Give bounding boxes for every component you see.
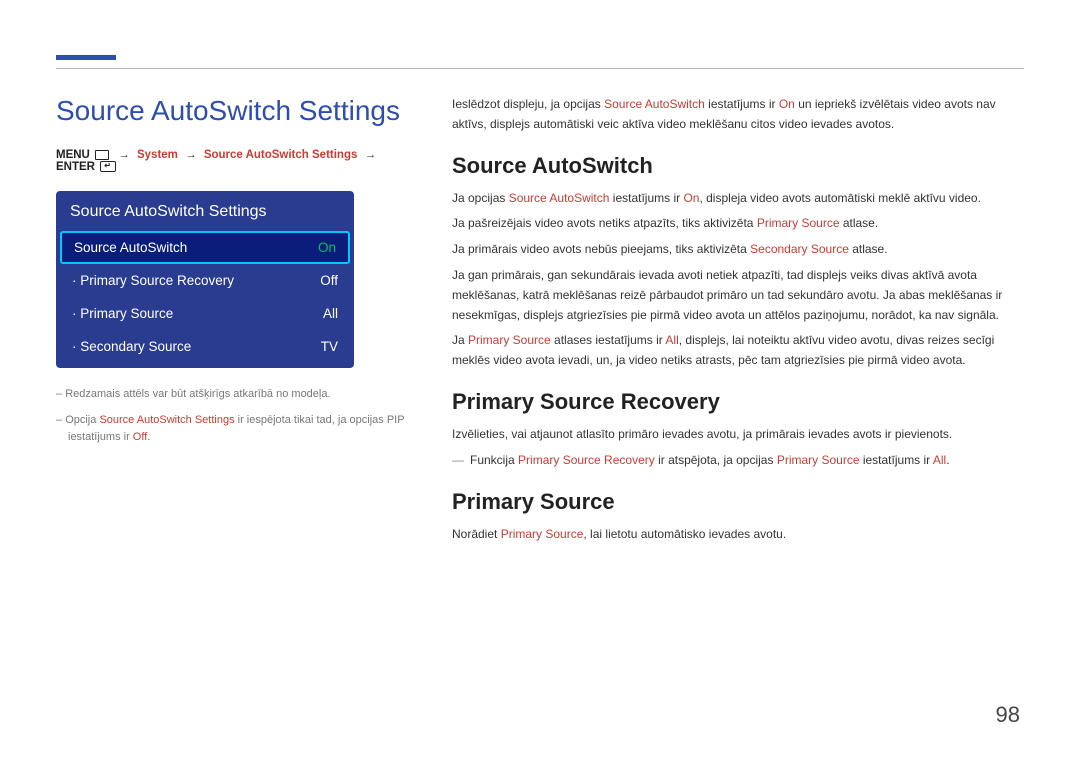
- pri-p1-hl: Primary Source: [501, 527, 584, 541]
- intro-hl2: On: [779, 97, 795, 111]
- as-p5-pre: Ja: [452, 333, 468, 347]
- panel-row-value: All: [323, 306, 338, 321]
- panel-row-recovery[interactable]: · Primary Source Recovery Off: [56, 264, 354, 297]
- page-number: 98: [996, 702, 1020, 728]
- panel-row-label: · Secondary Source: [72, 339, 191, 354]
- as-p1-mid: iestatījums ir: [609, 191, 683, 205]
- as-p1-end: , displeja video avots automātiski meklē…: [699, 191, 980, 205]
- footnotes: – Redzamais attēls var būt atšķirīgs atk…: [56, 386, 416, 447]
- header-divider: [56, 68, 1024, 69]
- page-title: Source AutoSwitch Settings: [56, 95, 416, 127]
- rec-note-hl1: Primary Source Recovery: [518, 453, 655, 467]
- pri-p1-pre: Norādiet: [452, 527, 501, 541]
- arrow-icon: →: [365, 149, 377, 161]
- footnote-2: – Opcija Source AutoSwitch Settings ir i…: [56, 412, 416, 447]
- arrow-icon: →: [185, 149, 197, 161]
- panel-row-autoswitch[interactable]: Source AutoSwitch On: [60, 231, 350, 264]
- autoswitch-p5: Ja Primary Source atlases iestatījums ir…: [452, 331, 1024, 371]
- footnote-1-text: Redzamais attēls var būt atšķirīgs atkar…: [65, 388, 330, 400]
- heading-primary: Primary Source: [452, 489, 1024, 515]
- recovery-p1: Izvēlieties, vai atjaunot atlasīto primā…: [452, 425, 1024, 445]
- intro-mid: iestatījums ir: [705, 97, 779, 111]
- breadcrumb-settings: Source AutoSwitch Settings: [204, 149, 358, 161]
- as-p5-mid1: atlases iestatījums ir: [551, 333, 666, 347]
- footnote-2-hl1: Source AutoSwitch Settings: [99, 414, 234, 426]
- breadcrumb: MENU → System → Source AutoSwitch Settin…: [56, 149, 416, 173]
- menu-icon: [95, 150, 109, 160]
- panel-row-value: On: [318, 240, 336, 255]
- intro-paragraph: Ieslēdzot displeju, ja opcijas Source Au…: [452, 95, 1024, 135]
- primary-p1: Norādiet Primary Source, lai lietotu aut…: [452, 525, 1024, 545]
- as-p3-hl: Secondary Source: [750, 242, 849, 256]
- breadcrumb-system: System: [137, 149, 178, 161]
- pri-p1-end: , lai lietotu automātisko ievades avotu.: [583, 527, 786, 541]
- header-accent: [56, 55, 116, 60]
- rec-note-pre: Funkcija: [470, 453, 518, 467]
- footnote-2-end: .: [147, 431, 150, 443]
- as-p5-hl2: All: [665, 333, 678, 347]
- autoswitch-p3: Ja primārais video avots nebūs pieejams,…: [452, 240, 1024, 260]
- rec-note-hl2: Primary Source: [777, 453, 860, 467]
- rec-note-end: .: [946, 453, 949, 467]
- panel-row-secondary[interactable]: · Secondary Source TV: [56, 330, 354, 368]
- as-p5-hl1: Primary Source: [468, 333, 551, 347]
- autoswitch-p2: Ja pašreizējais video avots netiks atpaz…: [452, 214, 1024, 234]
- as-p3-end: atlase.: [849, 242, 888, 256]
- intro-pre: Ieslēdzot displeju, ja opcijas: [452, 97, 604, 111]
- panel-row-value: TV: [321, 339, 338, 354]
- right-column: Ieslēdzot displeju, ja opcijas Source Au…: [452, 95, 1024, 550]
- enter-icon: [100, 161, 116, 172]
- heading-recovery: Primary Source Recovery: [452, 389, 1024, 415]
- panel-title: Source AutoSwitch Settings: [56, 191, 354, 231]
- autoswitch-p4: Ja gan primārais, gan sekundārais ievada…: [452, 266, 1024, 325]
- as-p1-hl1: Source AutoSwitch: [509, 191, 610, 205]
- footnote-1: – Redzamais attēls var būt atšķirīgs atk…: [56, 386, 416, 404]
- settings-panel: Source AutoSwitch Settings Source AutoSw…: [56, 191, 354, 368]
- as-p2-end: atlase.: [840, 216, 879, 230]
- footnote-2-pre: Opcija: [65, 414, 99, 426]
- as-p1-pre: Ja opcijas: [452, 191, 509, 205]
- panel-row-primary[interactable]: · Primary Source All: [56, 297, 354, 330]
- panel-row-value: Off: [320, 273, 338, 288]
- rec-note-mid: ir atspējota, ja opcijas: [655, 453, 777, 467]
- as-p1-hl2: On: [683, 191, 699, 205]
- intro-hl1: Source AutoSwitch: [604, 97, 705, 111]
- panel-row-label: · Primary Source: [72, 306, 173, 321]
- as-p2-hl: Primary Source: [757, 216, 840, 230]
- footnote-2-hl2: Off: [133, 431, 147, 443]
- panel-row-label: Source AutoSwitch: [74, 240, 187, 255]
- recovery-note: Funkcija Primary Source Recovery ir atsp…: [452, 451, 1024, 471]
- as-p3-pre: Ja primārais video avots nebūs pieejams,…: [452, 242, 750, 256]
- breadcrumb-menu: MENU: [56, 149, 90, 161]
- panel-row-label: · Primary Source Recovery: [72, 273, 234, 288]
- arrow-icon: →: [118, 149, 130, 161]
- as-p2-pre: Ja pašreizējais video avots netiks atpaz…: [452, 216, 757, 230]
- breadcrumb-enter: ENTER: [56, 161, 95, 173]
- heading-autoswitch: Source AutoSwitch: [452, 153, 1024, 179]
- autoswitch-p1: Ja opcijas Source AutoSwitch iestatījums…: [452, 189, 1024, 209]
- left-column: Source AutoSwitch Settings MENU → System…: [56, 95, 416, 455]
- rec-note-mid2: iestatījums ir: [860, 453, 933, 467]
- rec-note-hl3: All: [933, 453, 946, 467]
